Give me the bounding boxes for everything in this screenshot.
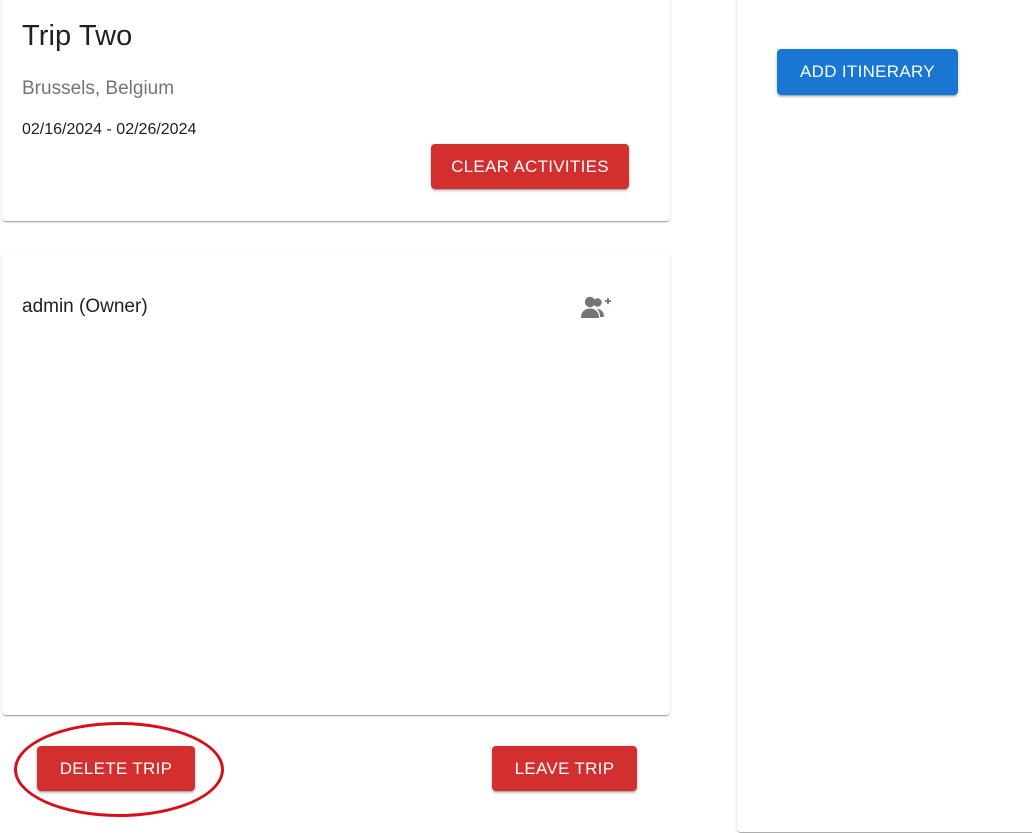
add-itinerary-button[interactable]: ADD ITINERARY — [777, 49, 958, 95]
trip-members-card: admin (Owner) — [2, 252, 670, 715]
trip-date-range: 02/16/2024 - 02/26/2024 — [22, 121, 197, 138]
trip-title: Trip Two — [22, 20, 133, 52]
member-list-item: admin (Owner) — [22, 296, 148, 317]
person-add-icon[interactable] — [578, 292, 614, 322]
leave-trip-button[interactable]: LEAVE TRIP — [492, 746, 637, 791]
itinerary-panel: ADD ITINERARY — [737, 0, 1032, 832]
person-add-icon-svg — [581, 296, 611, 318]
trip-location: Brussels, Belgium — [22, 78, 175, 99]
trip-info-card: Trip Two Brussels, Belgium 02/16/2024 - … — [2, 0, 670, 221]
trip-details-page: Trip Two Brussels, Belgium 02/16/2024 - … — [0, 0, 1032, 833]
delete-trip-button[interactable]: DELETE TRIP — [37, 746, 195, 791]
clear-activities-button[interactable]: CLEAR ACTIVITIES — [431, 144, 629, 189]
